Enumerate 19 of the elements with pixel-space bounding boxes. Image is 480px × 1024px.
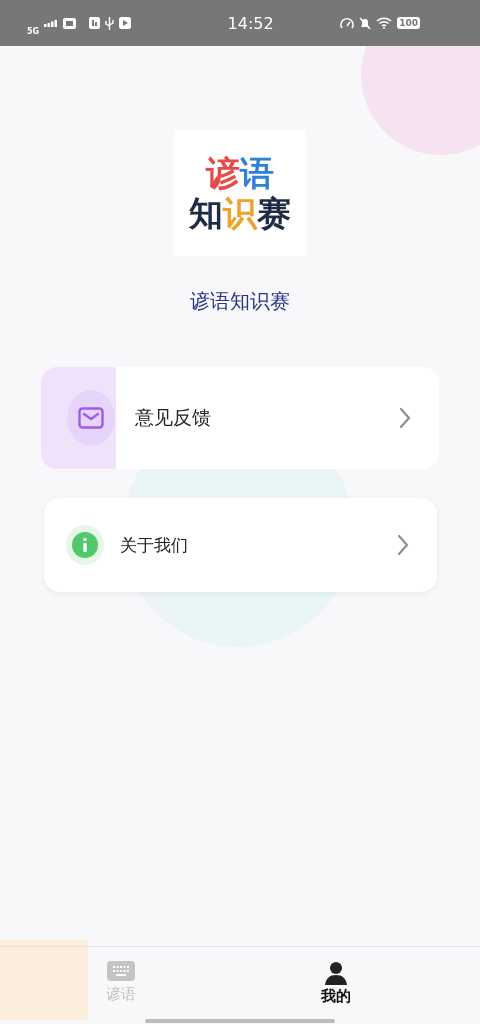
- menu-item[interactable]: 关于我们: [43, 498, 437, 592]
- usb-icon: [105, 16, 115, 30]
- network-label: 5G: [27, 26, 40, 36]
- person-icon: [323, 961, 348, 985]
- bell-muted-icon: [359, 16, 372, 30]
- battery-level: 100: [397, 17, 420, 29]
- app-logo: 谚语 知识赛: [174, 130, 306, 256]
- play-icon: [119, 17, 132, 29]
- speedometer-icon: [340, 17, 355, 29]
- menu-item[interactable]: 意见反馈: [41, 367, 439, 469]
- keyboard-icon: [106, 961, 135, 983]
- clock-time: 14:52: [227, 13, 274, 33]
- wifi-icon: [376, 17, 393, 29]
- info-icon: [65, 525, 104, 565]
- chevron-right-icon: [396, 534, 409, 556]
- chevron-right-icon: [399, 407, 411, 429]
- signal-icon: [44, 19, 59, 27]
- tab-item[interactable]: 我的: [303, 947, 368, 1024]
- app-name: 谚语知识赛: [190, 288, 290, 315]
